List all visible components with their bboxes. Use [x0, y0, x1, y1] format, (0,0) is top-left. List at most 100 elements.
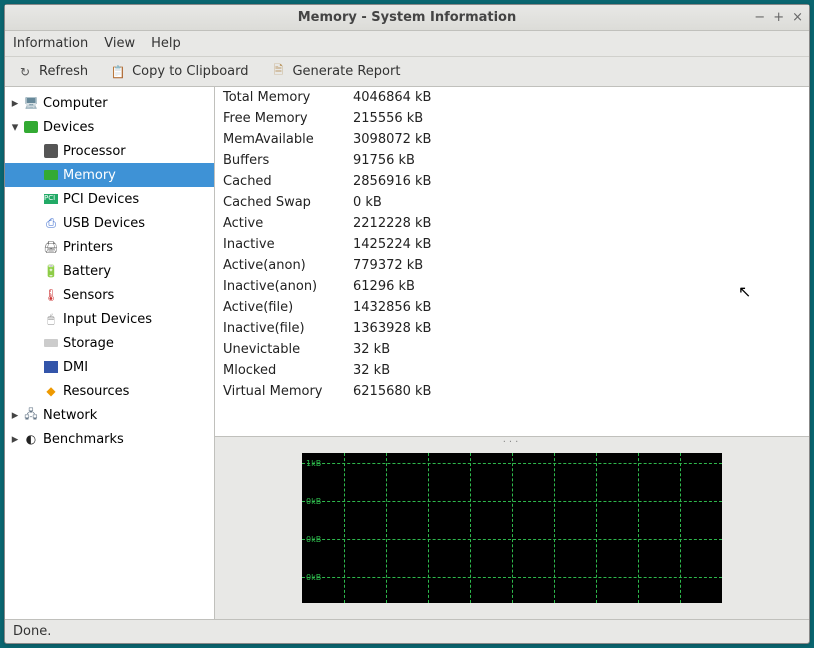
input-icon: 🖱: [43, 311, 59, 327]
memory-icon: [43, 167, 59, 183]
resources-icon: ◆: [43, 383, 59, 399]
sidebar-item-network[interactable]: ▸ 🖧 Network: [5, 403, 214, 427]
memory-row-value[interactable]: 32 kB: [345, 360, 809, 381]
sidebar-item-input[interactable]: 🖱 Input Devices: [5, 307, 214, 331]
copy-clipboard-button[interactable]: 📋 Copy to Clipboard: [106, 62, 252, 82]
refresh-button[interactable]: ↻ Refresh: [13, 62, 92, 82]
memory-row-value[interactable]: 2212228 kB: [345, 213, 809, 234]
sidebar-item-devices[interactable]: ▾ Devices: [5, 115, 214, 139]
sidebar-item-label: PCI Devices: [63, 192, 139, 207]
chart-panel: ··· 1kB0kB0kB0kB: [215, 437, 809, 619]
dmi-icon: [43, 359, 59, 375]
chart-ytick-label: 0kB: [306, 497, 321, 506]
memory-row-label[interactable]: MemAvailable: [215, 129, 345, 150]
memory-table-scroll[interactable]: Total Memory4046864 kBFree Memory215556 …: [215, 87, 809, 437]
menu-help[interactable]: Help: [151, 36, 181, 51]
splitter-handle[interactable]: ···: [503, 437, 522, 448]
memory-row-value[interactable]: 3098072 kB: [345, 129, 809, 150]
usb-icon: ⎙: [43, 215, 59, 231]
sidebar-item-label: Processor: [63, 144, 126, 159]
chevron-right-icon[interactable]: ▸: [9, 408, 21, 423]
memory-row-value[interactable]: 32 kB: [345, 339, 809, 360]
memory-row-label[interactable]: Active: [215, 213, 345, 234]
memory-row-value[interactable]: 0 kB: [345, 192, 809, 213]
app-window: Memory - System Information − + × Inform…: [4, 4, 810, 644]
sidebar-item-label: Devices: [43, 120, 94, 135]
memory-row-label[interactable]: Cached Swap: [215, 192, 345, 213]
pci-icon: PCI: [43, 191, 59, 207]
sensors-icon: 🌡: [43, 287, 59, 303]
memory-row-label[interactable]: Free Memory: [215, 108, 345, 129]
sidebar-item-label: Input Devices: [63, 312, 152, 327]
sidebar-item-sensors[interactable]: 🌡 Sensors: [5, 283, 214, 307]
memory-row-label[interactable]: Unevictable: [215, 339, 345, 360]
generate-report-button[interactable]: 🗎 Generate Report: [266, 62, 404, 82]
menubar: Information View Help: [5, 31, 809, 57]
chevron-down-icon[interactable]: ▾: [9, 120, 21, 135]
sidebar-item-pci[interactable]: PCI PCI Devices: [5, 187, 214, 211]
memory-row-label[interactable]: Buffers: [215, 150, 345, 171]
memory-row-value[interactable]: 4046864 kB: [345, 87, 809, 108]
chevron-right-icon[interactable]: ▸: [9, 432, 21, 447]
memory-row-value[interactable]: 779372 kB: [345, 255, 809, 276]
sidebar-item-usb[interactable]: ⎙ USB Devices: [5, 211, 214, 235]
sidebar-item-storage[interactable]: Storage: [5, 331, 214, 355]
statusbar: Done.: [5, 619, 809, 643]
memory-row-value[interactable]: 6215680 kB: [345, 381, 809, 402]
benchmarks-icon: ◐: [23, 431, 39, 447]
sidebar-item-memory[interactable]: Memory: [5, 163, 214, 187]
memory-row-value[interactable]: 2856916 kB: [345, 171, 809, 192]
content-split: ▸ 🖥 Computer ▾ Devices Processor Memory …: [5, 87, 809, 619]
refresh-icon: ↻: [17, 64, 33, 80]
memory-row-label[interactable]: Active(anon): [215, 255, 345, 276]
copy-clipboard-label: Copy to Clipboard: [132, 64, 248, 79]
sidebar-item-label: Computer: [43, 96, 108, 111]
memory-row-value[interactable]: 1432856 kB: [345, 297, 809, 318]
memory-row-label[interactable]: Mlocked: [215, 360, 345, 381]
sidebar-item-battery[interactable]: 🔋 Battery: [5, 259, 214, 283]
sidebar-item-label: Network: [43, 408, 97, 423]
maximize-button[interactable]: +: [773, 10, 784, 25]
memory-row-value[interactable]: 61296 kB: [345, 276, 809, 297]
toolbar: ↻ Refresh 📋 Copy to Clipboard 🗎 Generate…: [5, 57, 809, 87]
generate-report-label: Generate Report: [292, 64, 400, 79]
chart-ytick-label: 0kB: [306, 535, 321, 544]
memory-row-label[interactable]: Inactive(file): [215, 318, 345, 339]
sidebar-item-processor[interactable]: Processor: [5, 139, 214, 163]
menu-view[interactable]: View: [104, 36, 135, 51]
sidebar-item-printers[interactable]: 🖨 Printers: [5, 235, 214, 259]
minimize-button[interactable]: −: [754, 10, 765, 25]
chevron-right-icon[interactable]: ▸: [9, 96, 21, 111]
memory-row-label[interactable]: Virtual Memory: [215, 381, 345, 402]
memory-row-value[interactable]: 1425224 kB: [345, 234, 809, 255]
memory-row-label[interactable]: Total Memory: [215, 87, 345, 108]
sidebar-item-label: Storage: [63, 336, 114, 351]
sidebar-item-benchmarks[interactable]: ▸ ◐ Benchmarks: [5, 427, 214, 451]
status-text: Done.: [13, 624, 51, 639]
memory-row-value[interactable]: 215556 kB: [345, 108, 809, 129]
sidebar-item-label: DMI: [63, 360, 88, 375]
sidebar-item-computer[interactable]: ▸ 🖥 Computer: [5, 91, 214, 115]
memory-row-value[interactable]: 1363928 kB: [345, 318, 809, 339]
close-button[interactable]: ×: [792, 10, 803, 25]
memory-row-label[interactable]: Inactive: [215, 234, 345, 255]
sidebar-item-resources[interactable]: ◆ Resources: [5, 379, 214, 403]
sidebar-item-label: Sensors: [63, 288, 114, 303]
window-controls: − + ×: [754, 10, 803, 25]
report-icon: 🗎: [270, 64, 286, 80]
titlebar[interactable]: Memory - System Information − + ×: [5, 5, 809, 31]
menu-information[interactable]: Information: [13, 36, 88, 51]
memory-row-label[interactable]: Inactive(anon): [215, 276, 345, 297]
memory-table: Total Memory4046864 kBFree Memory215556 …: [215, 87, 809, 402]
sidebar[interactable]: ▸ 🖥 Computer ▾ Devices Processor Memory …: [5, 87, 215, 619]
processor-icon: [43, 143, 59, 159]
window-title: Memory - System Information: [298, 10, 517, 25]
memory-row-label[interactable]: Cached: [215, 171, 345, 192]
memory-row-label[interactable]: Active(file): [215, 297, 345, 318]
sidebar-item-label: USB Devices: [63, 216, 145, 231]
memory-chart: 1kB0kB0kB0kB: [302, 453, 722, 603]
memory-row-value[interactable]: 91756 kB: [345, 150, 809, 171]
chart-ytick-label: 1kB: [306, 459, 321, 468]
sidebar-item-dmi[interactable]: DMI: [5, 355, 214, 379]
sidebar-item-label: Printers: [63, 240, 113, 255]
